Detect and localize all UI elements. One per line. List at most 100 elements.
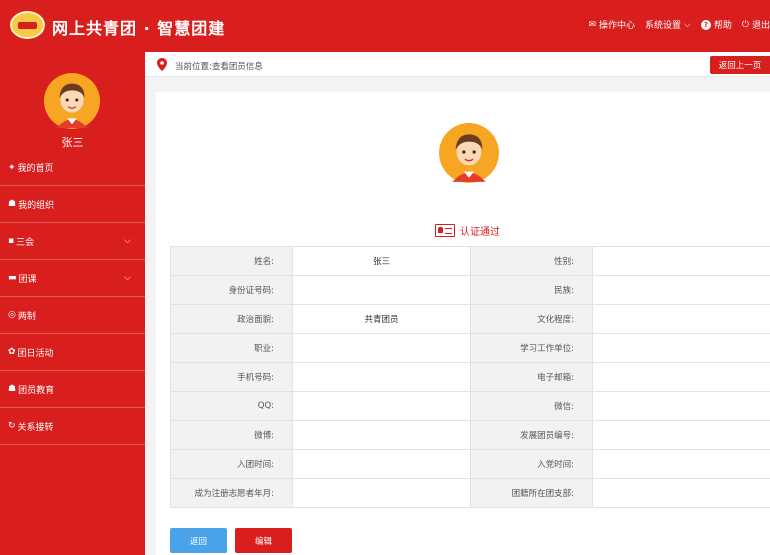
field-value [292,362,471,392]
table-row: 入团时间: 入党时间: [170,449,770,479]
nav-operation-center[interactable]: ✉ 操作中心 [588,18,635,32]
folder-icon: ▬ [8,273,17,283]
chevron-down-icon: ⌵ [684,19,691,30]
chevron-down-icon: ⌵ [124,273,131,283]
verification-status-label: 认证通过 [460,227,500,238]
field-value [592,275,770,305]
id-card-icon [435,224,455,237]
sidebar-item-organization[interactable]: ☗ 我的组织 [0,186,145,223]
power-icon: ⏻ [741,19,749,30]
field-label: 手机号码: [170,362,293,392]
user-avatar [43,72,101,130]
nav-help[interactable]: ? 帮助 [700,18,732,31]
field-label: 学习工作单位: [470,333,593,363]
sidebar-item-league-class[interactable]: ▬ 团课 ⌵ [0,260,145,297]
table-row: QQ: 微信: [170,391,770,421]
table-row: 成为注册志愿者年月: 团籍所在团支部: [170,478,770,508]
sidebar-item-label: 团日活动 [17,348,54,359]
field-value: 张三 [292,246,471,276]
field-label: 入党时间: [470,449,593,479]
field-value [292,391,471,421]
app-title: 网上共青团 · 智慧团建 [52,19,226,38]
field-label: 入团时间: [170,449,293,479]
field-value [592,449,770,479]
member-avatar [439,123,499,183]
sidebar-item-label: 团员教育 [18,385,55,396]
graduation-cap-icon: ☗ [8,384,17,394]
refresh-icon: ↻ [8,421,16,431]
field-label: 电子邮箱: [470,362,593,392]
nav-logout[interactable]: ⏻ 退出 [741,18,770,32]
table-row: 身份证号码: 民族: [170,275,770,305]
sidebar-item-label: 团课 [18,274,37,285]
field-value [292,420,471,450]
sidebar-item-transfer[interactable]: ↻ 关系接转 [0,408,145,445]
table-row: 微博: 发展团员编号: [170,420,770,450]
field-value [592,333,770,363]
field-label: 发展团员编号: [470,420,593,450]
table-row: 政治面貌: 共青团员 文化程度: [170,304,770,334]
field-value [592,478,770,508]
field-label: 职业: [170,333,293,363]
field-label: 文化程度: [470,304,593,334]
field-value [592,420,770,450]
sidebar: 张三 ✦ 我的首页 ☗ 我的组织 ▪ 三会 ⌵ ▬ 团课 ⌵ ◎ 两制 ✿ 团日… [0,52,145,555]
home-icon: ✦ [8,162,16,173]
activity-icon: ✿ [8,347,16,357]
field-value [592,304,770,334]
users-icon: ☗ [8,199,17,209]
field-value: 共青团员 [292,304,471,334]
member-info-table: 姓名: 张三 性别: 身份证号码: 民族: 政治面貌: 共青团员 文化程度: 职业: 学习工作单位… [170,246,770,508]
field-value [292,333,471,363]
back-button[interactable]: 返回 [170,528,227,553]
edit-icon: ▪ [8,236,15,246]
sidebar-item-label: 我的组织 [18,200,55,211]
table-row: 职业: 学习工作单位: [170,333,770,363]
sidebar-item-label: 两制 [17,311,36,322]
nav-operation-center-label: 操作中心 [598,21,635,31]
back-to-previous-button[interactable]: 返回上一页 [710,56,770,74]
nav-logout-label: 退出 [751,21,770,31]
sidebar-item-two-systems[interactable]: ◎ 两制 [0,297,145,334]
sidebar-username: 张三 [61,136,84,149]
field-label: 成为注册志愿者年月: [170,478,293,508]
member-info-panel: 认证通过 姓名: 张三 性别: 身份证号码: 民族: 政治面貌: 共青团员 文化程度: 职业: 学… [156,92,770,555]
sidebar-item-label: 三会 [16,237,35,248]
sidebar-item-education[interactable]: ☗ 团员教育 [0,371,145,408]
field-label: 身份证号码: [170,275,293,305]
field-label: 微信: [470,391,593,421]
nav-help-label: 帮助 [713,21,732,31]
breadcrumb-text: 当前位置:查看团员信息 [175,62,263,72]
field-label: QQ: [170,391,293,421]
field-value [292,275,471,305]
verification-status: 认证通过 [435,223,500,238]
breadcrumb: 当前位置:查看团员信息 返回上一页 [145,52,770,77]
field-value [592,246,770,276]
sidebar-item-league-day[interactable]: ✿ 团日活动 [0,334,145,371]
edit-button[interactable]: 编辑 [235,528,292,553]
chevron-down-icon: ⌵ [124,236,131,246]
top-nav: ✉ 操作中心 系统设置 ⌵ ? 帮助 ⏻ 退出 [578,18,770,31]
field-label: 民族: [470,275,593,305]
field-value [292,478,471,508]
field-value [592,391,770,421]
top-header: 网上共青团 · 智慧团建 ✉ 操作中心 系统设置 ⌵ ? 帮助 ⏻ 退出 [0,0,770,52]
field-label: 团籍所在团支部: [470,478,593,508]
field-label: 性别: [470,246,593,276]
mail-icon: ✉ [588,19,596,30]
table-row: 手机号码: 电子邮箱: [170,362,770,392]
target-icon: ◎ [8,310,16,320]
sidebar-item-three-meetings[interactable]: ▪ 三会 ⌵ [0,223,145,260]
sidebar-item-home[interactable]: ✦ 我的首页 [0,150,145,186]
field-label: 政治面貌: [170,304,293,334]
field-value [292,449,471,479]
location-pin-icon [157,58,167,71]
nav-system-settings[interactable]: 系统设置 ⌵ [645,18,691,32]
table-row: 姓名: 张三 性别: [170,246,770,276]
field-label: 微博: [170,420,293,450]
sidebar-menu: ✦ 我的首页 ☗ 我的组织 ▪ 三会 ⌵ ▬ 团课 ⌵ ◎ 两制 ✿ 团日活动 … [0,150,145,445]
field-value [592,362,770,392]
help-icon: ? [700,19,711,30]
field-label: 姓名: [170,246,293,276]
league-logo-icon [10,11,45,39]
